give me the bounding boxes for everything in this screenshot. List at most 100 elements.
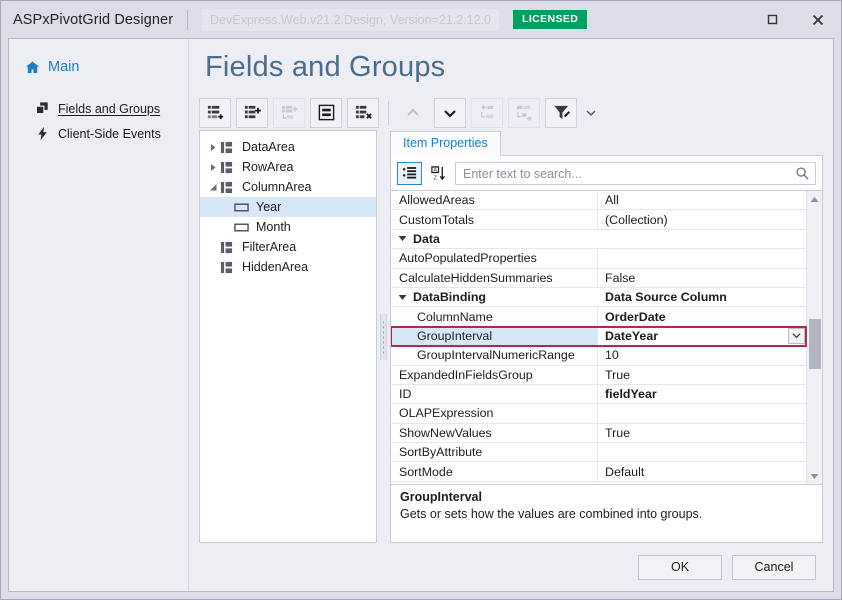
- property-row-groupinterval[interactable]: GroupInterval DateYear: [391, 325, 807, 348]
- property-value[interactable]: False: [598, 269, 806, 287]
- property-row-expandedinfieldsgroup[interactable]: ExpandedInFieldsGroup True: [391, 365, 806, 385]
- customize-button[interactable]: [545, 97, 577, 128]
- property-row-groupintervalnumericrange[interactable]: GroupIntervalNumericRange 10: [391, 346, 806, 366]
- tree-node-year[interactable]: Year: [200, 197, 376, 217]
- tree-node-columnarea[interactable]: ColumnArea: [200, 177, 376, 197]
- tree-node-rowarea[interactable]: RowArea: [200, 157, 376, 177]
- property-row-olapexpression[interactable]: OLAPExpression: [391, 404, 806, 424]
- property-row-sortmode[interactable]: SortMode Default: [391, 462, 806, 482]
- property-value-dropdown-button[interactable]: [788, 327, 805, 344]
- property-category-data[interactable]: Data: [391, 230, 806, 250]
- property-value[interactable]: True: [598, 424, 806, 442]
- cancel-button[interactable]: Cancel: [732, 554, 816, 580]
- property-value[interactable]: [598, 404, 806, 422]
- property-value[interactable]: [598, 443, 806, 461]
- maximize-icon: [767, 14, 777, 25]
- tree-node-filterarea[interactable]: FilterArea: [200, 237, 376, 257]
- tree-node-dataarea[interactable]: DataArea: [200, 137, 376, 157]
- tab-item-properties[interactable]: Item Properties: [390, 131, 501, 156]
- close-button[interactable]: [795, 1, 841, 38]
- move-up-button[interactable]: [397, 98, 429, 128]
- property-name: CalculateHiddenSummaries: [391, 268, 598, 287]
- field-icon: [234, 222, 250, 233]
- field-delete-icon: [355, 105, 372, 119]
- expander-expanded-icon[interactable]: [206, 183, 220, 192]
- page-title: Fields and Groups: [205, 51, 446, 83]
- scroll-down-button[interactable]: [807, 468, 823, 484]
- panel-splitter[interactable]: [377, 130, 390, 543]
- maximize-button[interactable]: [749, 1, 795, 38]
- property-row-columnname[interactable]: ColumnName OrderDate: [391, 307, 806, 327]
- sidebar-group-label: Main: [48, 59, 80, 75]
- property-value[interactable]: OrderDate: [598, 307, 806, 325]
- property-value[interactable]: Default: [598, 462, 806, 480]
- property-rows: AllowedAreas All CustomTotals (Collectio…: [391, 191, 807, 484]
- property-grid[interactable]: AllowedAreas All CustomTotals (Collectio…: [391, 190, 822, 484]
- property-name: CustomTotals: [391, 210, 598, 229]
- app-title: ASPxPivotGrid Designer: [13, 11, 174, 28]
- property-value[interactable]: [598, 249, 806, 267]
- field-tree[interactable]: DataArea RowArea ColumnArea Year Month F…: [199, 130, 377, 543]
- property-category-databinding[interactable]: DataBinding Data Source Column: [391, 288, 806, 308]
- property-row-autopopulatedproperties[interactable]: AutoPopulatedProperties: [391, 249, 806, 269]
- property-row-customtotals[interactable]: CustomTotals (Collection): [391, 210, 806, 230]
- sidebar-group-main[interactable]: Main: [9, 52, 188, 82]
- caret-down-icon: [586, 109, 596, 116]
- move-down-button[interactable]: [434, 97, 466, 128]
- tree-node-month[interactable]: Month: [200, 217, 376, 237]
- property-value[interactable]: DateYear: [598, 327, 806, 345]
- tree-node-label: Year: [256, 200, 282, 214]
- property-name: ID: [391, 384, 598, 404]
- edit-box-icon: [318, 104, 334, 121]
- funnel-icon: [553, 105, 570, 120]
- group-add-icon: [244, 105, 261, 119]
- search-box[interactable]: [455, 162, 816, 185]
- add-field-button[interactable]: [199, 97, 231, 128]
- sort-alphabetical-button[interactable]: A Z: [426, 162, 451, 185]
- splitter-grip[interactable]: [380, 313, 387, 360]
- tree-node-hiddenarea[interactable]: HiddenArea: [200, 257, 376, 277]
- move-out-button[interactable]: [471, 97, 503, 128]
- category-expanded-icon[interactable]: [391, 288, 413, 306]
- ok-button[interactable]: OK: [638, 554, 722, 580]
- property-row-allowedareas[interactable]: AllowedAreas All: [391, 191, 806, 211]
- delete-item-button[interactable]: [347, 97, 379, 128]
- property-grid-scrollbar[interactable]: [806, 191, 822, 484]
- property-row-calculatehiddensummaries[interactable]: CalculateHiddenSummaries False: [391, 268, 806, 288]
- area-icon: [220, 161, 236, 174]
- edit-item-button[interactable]: [310, 97, 342, 128]
- property-value[interactable]: All: [598, 191, 806, 209]
- property-value[interactable]: True: [598, 366, 806, 384]
- scroll-up-button[interactable]: [807, 191, 823, 207]
- home-icon: [25, 60, 40, 75]
- sidebar-item-fields-and-groups[interactable]: Fields and Groups: [9, 96, 188, 121]
- sidebar-item-client-side-events[interactable]: Client-Side Events: [9, 121, 188, 146]
- sort-alphabetical-icon: A Z: [431, 166, 445, 182]
- svg-text:A: A: [433, 168, 437, 174]
- customize-dropdown-button[interactable]: [582, 98, 600, 128]
- property-row-sortbyattribute[interactable]: SortByAttribute: [391, 443, 806, 463]
- property-row-shownewvalues[interactable]: ShowNewValues True: [391, 423, 806, 444]
- window-controls: [749, 1, 841, 38]
- property-value[interactable]: 10: [598, 346, 806, 364]
- scrollbar-thumb[interactable]: [808, 319, 821, 369]
- search-input[interactable]: [456, 163, 815, 184]
- categorized-view-icon: [402, 167, 417, 179]
- add-child-button[interactable]: [273, 97, 305, 128]
- move-in-button[interactable]: [508, 97, 540, 128]
- description-title: GroupInterval: [400, 490, 482, 504]
- expander-collapsed-icon[interactable]: [206, 143, 220, 152]
- title-divider: [187, 9, 189, 30]
- add-group-button[interactable]: [236, 97, 268, 128]
- sidebar-item-label: Client-Side Events: [58, 126, 161, 141]
- property-row-id[interactable]: ID fieldYear: [391, 384, 806, 405]
- category-value[interactable]: Data Source Column: [598, 288, 806, 306]
- property-value[interactable]: fieldYear: [598, 385, 806, 403]
- scrollbar-track[interactable]: [807, 207, 823, 468]
- designer-window: ASPxPivotGrid Designer DevExpress.Web.v2…: [0, 0, 842, 600]
- chevron-down-icon: [792, 333, 801, 339]
- property-value[interactable]: (Collection): [598, 210, 806, 228]
- categorized-view-button[interactable]: [397, 162, 422, 185]
- category-expanded-icon[interactable]: [391, 230, 413, 248]
- expander-collapsed-icon[interactable]: [206, 163, 220, 172]
